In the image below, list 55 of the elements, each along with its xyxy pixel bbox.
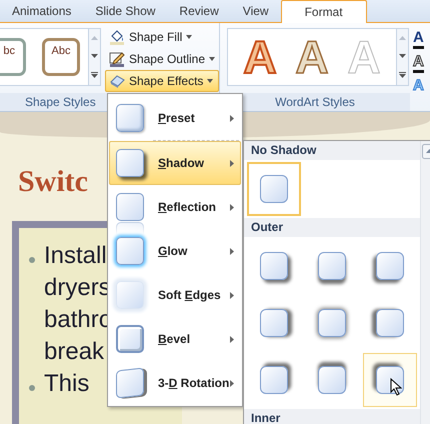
ribbon-command[interactable]: Shape Fill: [104, 26, 219, 48]
submenu-arrow-icon: [230, 380, 234, 386]
effect-preview-icon: [116, 104, 144, 132]
section-header: Outer: [244, 218, 420, 237]
menu-item[interactable]: Shadow: [109, 141, 241, 185]
shape-style-thumbnail[interactable]: bc: [0, 38, 26, 76]
effect-preview-icon: [116, 325, 144, 353]
shape-style-thumbnail[interactable]: Abc: [42, 38, 80, 76]
submenu-arrow-icon: [230, 336, 234, 342]
effect-preview-icon: [116, 281, 144, 309]
dropdown-caret-icon: [209, 57, 215, 61]
pencil-icon: [108, 51, 125, 67]
menu-item[interactable]: Glow: [109, 229, 241, 273]
ribbon-tab[interactable]: Animations: [0, 0, 84, 22]
effect-preview-icon: [116, 368, 144, 398]
ribbon-command[interactable]: Shape Effects: [104, 70, 219, 92]
more-icon[interactable]: [90, 72, 98, 78]
menu-item[interactable]: Bevel: [109, 317, 241, 361]
submenu-arrow-icon: [230, 114, 234, 122]
cursor-icon: [390, 378, 402, 396]
scroll-up-icon[interactable]: [90, 36, 98, 40]
menu-item[interactable]: Reflection: [109, 185, 241, 229]
dropdown-caret-icon: [207, 79, 214, 83]
submenu-arrow-icon: [230, 248, 234, 254]
submenu-arrow-icon: [230, 292, 234, 298]
menu-item[interactable]: Soft Edges: [109, 273, 241, 317]
bullet-dot: [29, 257, 35, 263]
section-header: Inner: [244, 409, 420, 424]
ribbon-tab[interactable]: Review: [167, 0, 231, 22]
shadow-option[interactable]: [363, 353, 417, 407]
effect-preview-icon: [116, 193, 144, 221]
section-header: No Shadow: [244, 141, 420, 160]
effect-preview-icon: [116, 149, 144, 177]
paint-bucket-icon: [108, 29, 125, 45]
submenu-arrow-icon: [230, 204, 234, 210]
ribbon-tab[interactable]: Format: [280, 0, 367, 23]
scroll-down-icon[interactable]: [399, 54, 406, 58]
dropdown-caret-icon: [186, 35, 192, 39]
slide-title: Switc: [18, 165, 88, 199]
bullet-text: Install: [44, 241, 107, 271]
bullet-dot: [29, 385, 35, 391]
shape-effects-icon: [108, 73, 125, 89]
ribbon-tab[interactable]: View: [230, 0, 281, 22]
ribbon-command[interactable]: Shape Outline: [104, 48, 219, 70]
bullet-text: This: [44, 369, 90, 399]
effect-preview-icon: [116, 237, 144, 265]
submenu-arrow-icon: [230, 160, 234, 166]
menu-item[interactable]: 3-D Rotation: [109, 361, 241, 405]
shadow-option[interactable]: [247, 162, 301, 216]
bullet-text: break: [44, 337, 104, 367]
text-tool-button[interactable]: A: [413, 29, 424, 49]
more-icon[interactable]: [399, 72, 406, 78]
scroll-down-icon[interactable]: [90, 54, 98, 58]
ribbon-tab[interactable]: Slide Show: [83, 0, 168, 22]
scroll-up-icon[interactable]: [399, 36, 406, 40]
